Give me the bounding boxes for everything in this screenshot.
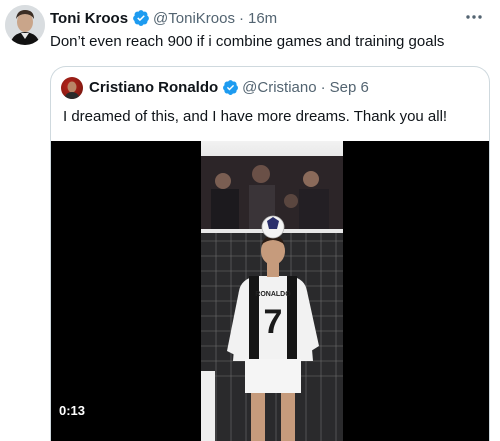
quoted-author-avatar[interactable]: [61, 77, 83, 99]
shirt-number-text: 7: [264, 303, 283, 341]
author-avatar[interactable]: [5, 5, 45, 45]
more-options-icon[interactable]: [462, 8, 486, 26]
shirt-name-text: RONALDO: [255, 291, 291, 298]
quoted-author-handle[interactable]: @Cristiano: [242, 79, 316, 96]
video-duration-badge: 0:13: [59, 403, 86, 418]
quoted-tweet[interactable]: Cristiano Ronaldo @Cristiano · Sep 6 I d…: [50, 66, 490, 441]
tweet-timestamp[interactable]: 16m: [248, 10, 277, 27]
separator-dot: ·: [320, 79, 326, 96]
tweet[interactable]: Toni Kroos @ToniKroos · 16m Don’t even r…: [0, 0, 500, 441]
separator-dot: ·: [238, 9, 244, 27]
video-player[interactable]: RONALDO 7 0:13: [51, 141, 489, 441]
author-name[interactable]: Toni Kroos: [50, 10, 128, 27]
video-thumbnail: RONALDO 7: [201, 141, 343, 441]
verified-badge-icon: [223, 80, 239, 95]
tweet-text: Don’t even reach 900 if i combine games …: [50, 33, 445, 50]
quoted-tweet-header: Cristiano Ronaldo @Cristiano · Sep 6: [89, 79, 369, 96]
quoted-tweet-timestamp[interactable]: Sep 6: [330, 79, 369, 96]
verified-badge-icon: [133, 10, 149, 26]
author-handle[interactable]: @ToniKroos: [153, 10, 235, 27]
tweet-header: Toni Kroos @ToniKroos · 16m: [50, 9, 277, 27]
quoted-tweet-text: I dreamed of this, and I have more dream…: [63, 108, 448, 125]
quoted-author-name[interactable]: Cristiano Ronaldo: [89, 79, 218, 96]
